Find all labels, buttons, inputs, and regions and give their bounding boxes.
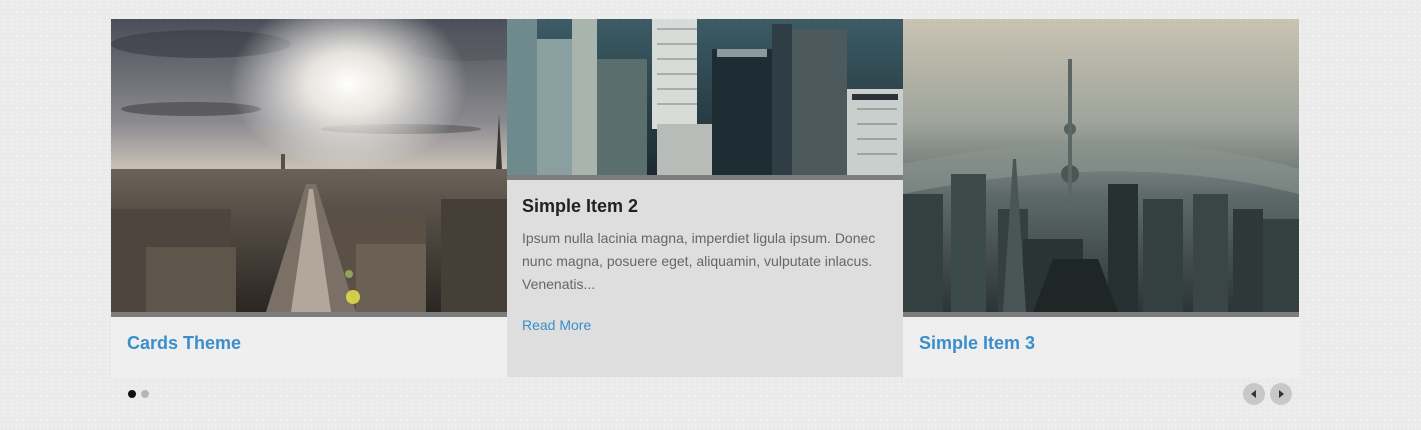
read-more-link[interactable]: Read More (522, 317, 591, 333)
pagination-dot-1[interactable] (128, 390, 136, 398)
arrow-left-icon (1251, 390, 1256, 398)
carousel-card-2: Simple Item 2 Ipsum nulla lacinia magna,… (507, 19, 903, 377)
pagination-dot-2[interactable] (141, 390, 149, 398)
card-1-body: Cards Theme (111, 317, 507, 378)
card-1-image (111, 19, 507, 317)
arrow-right-icon (1279, 390, 1284, 398)
card-2-title: Simple Item 2 (522, 196, 639, 216)
card-carousel: Cards Theme Simple Item 2 Ipsum nulla la… (111, 19, 1299, 411)
carousel-card-1: Cards Theme (111, 19, 507, 378)
card-3-title-link[interactable]: Simple Item 3 (919, 333, 1035, 354)
paris-skyline-photo (111, 19, 507, 312)
card-2-description: Ipsum nulla lacinia magna, imperdiet lig… (522, 230, 876, 292)
shanghai-aerial-photo (903, 19, 1299, 312)
pagination-dots (128, 390, 149, 398)
card-3-body: Simple Item 3 (903, 317, 1299, 378)
nyc-skyscrapers-photo (507, 19, 903, 175)
next-button[interactable] (1270, 383, 1292, 405)
carousel-card-3: Simple Item 3 (903, 19, 1299, 378)
card-2-body: Simple Item 2 Ipsum nulla lacinia magna,… (507, 180, 903, 377)
card-1-title-link[interactable]: Cards Theme (127, 333, 241, 354)
card-3-image (903, 19, 1299, 317)
card-2-image (507, 19, 903, 180)
prev-button[interactable] (1243, 383, 1265, 405)
